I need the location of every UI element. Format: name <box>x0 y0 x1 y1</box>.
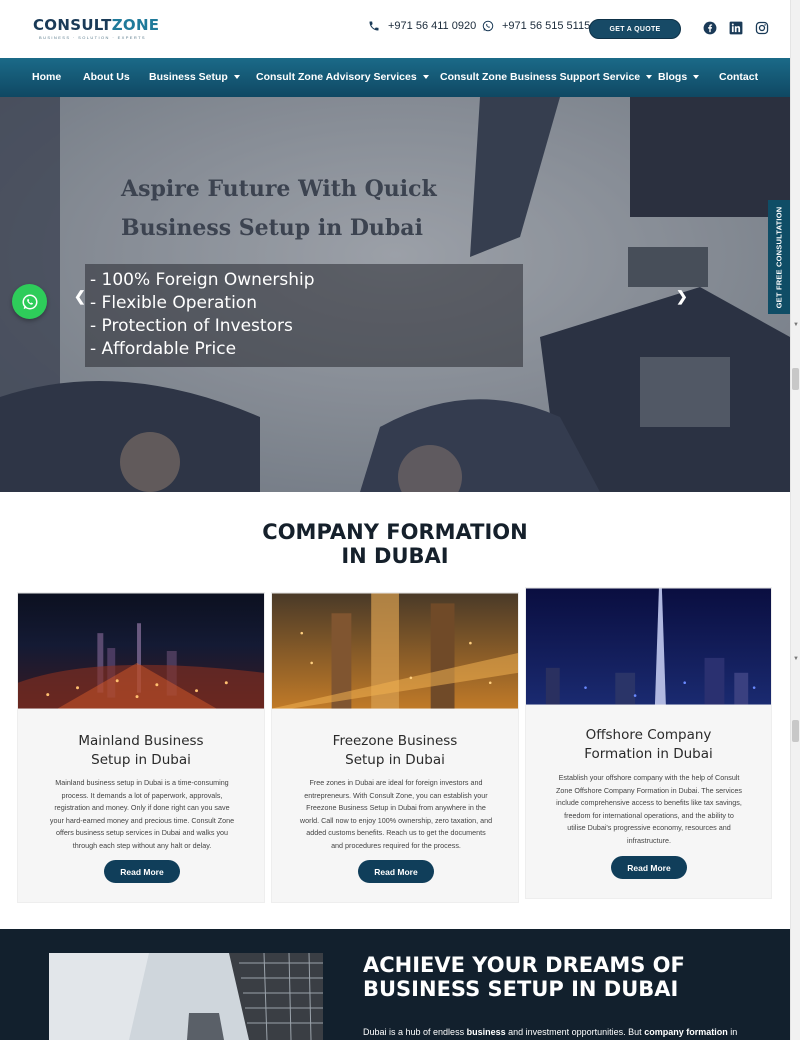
nav-business-support[interactable]: Consult Zone Business Support Service <box>440 71 653 83</box>
nav-business-setup[interactable]: Business Setup <box>149 71 240 83</box>
logo-text: CONSULTZONE <box>33 16 160 34</box>
service-card-offshore: Offshore Company Formation in Dubai Estab… <box>525 587 772 899</box>
main-nav: Home About Us Business Setup Consult Zon… <box>0 58 790 97</box>
linkedin-icon[interactable] <box>729 21 743 35</box>
phone-link-1[interactable]: +971 56 411 0920 <box>368 20 476 32</box>
phone-number-1: +971 56 411 0920 <box>388 20 477 32</box>
hero-bullet: - 100% Foreign Ownership <box>90 270 315 290</box>
whatsapp-link[interactable]: +971 56 515 5115 <box>482 20 590 32</box>
scroll-thumb[interactable] <box>792 368 799 390</box>
scroll-arrow-icon[interactable]: ▼ <box>793 656 799 662</box>
scroll-arrow-icon[interactable]: ▼ <box>793 322 799 328</box>
logo-tagline: BUSINESS · SOLUTION · EXPERTS <box>39 35 146 40</box>
section-title-company-formation: COMPANY FORMATION IN DUBAI <box>262 520 528 568</box>
logo[interactable]: CONSULTZONE BUSINESS · SOLUTION · EXPERT… <box>33 16 159 40</box>
chevron-down-icon <box>233 75 240 79</box>
hero-bullet: - Protection of Investors <box>90 316 293 336</box>
card-image-freezone <box>272 593 518 709</box>
slider-prev-icon[interactable]: ❮ <box>74 288 86 305</box>
card-description: Establish your offshore company with the… <box>556 773 742 845</box>
scrollbar[interactable]: ▼ ▼ <box>790 0 800 1040</box>
card-description: Free zones in Dubai are ideal for foreig… <box>299 778 493 850</box>
page: CONSULTZONE BUSINESS · SOLUTION · EXPERT… <box>0 0 800 1040</box>
card-image-offshore <box>526 588 771 705</box>
whatsapp-small-icon <box>482 20 494 32</box>
phone-icon <box>369 21 379 31</box>
chevron-down-icon <box>693 75 700 79</box>
nav-blogs[interactable]: Blogs <box>658 71 700 83</box>
phone-number-2: +971 56 515 5115 <box>502 20 591 32</box>
hero-title: Aspire Future With Quick Business Setup … <box>121 176 437 241</box>
dreams-paragraph: Dubai is a hub of endless business and i… <box>363 1027 738 1037</box>
card-title: Mainland Business Setup in Dubai <box>78 733 204 768</box>
service-card-freezone: Freezone Business Setup in Dubai Free zon… <box>271 592 519 903</box>
skyscraper-image <box>49 953 323 1040</box>
nav-home[interactable]: Home <box>32 71 61 83</box>
whatsapp-icon <box>22 294 37 309</box>
chevron-down-icon <box>422 75 429 79</box>
top-header: CONSULTZONE BUSINESS · SOLUTION · EXPERT… <box>0 0 790 58</box>
hero-bullet: - Flexible Operation <box>90 293 257 313</box>
nav-contact[interactable]: Contact <box>719 71 758 83</box>
nav-advisory-services[interactable]: Consult Zone Advisory Services <box>256 71 429 83</box>
chevron-down-icon <box>646 75 653 79</box>
dreams-title: ACHIEVE YOUR DREAMS OF BUSINESS SETUP IN… <box>363 953 685 1001</box>
card-title: Offshore Company Formation in Dubai <box>584 727 713 762</box>
nav-about-us[interactable]: About Us <box>83 71 130 83</box>
slider-next-icon[interactable]: ❯ <box>676 288 688 305</box>
instagram-icon[interactable] <box>755 21 769 35</box>
service-card-mainland: Mainland Business Setup in Dubai Mainland… <box>17 592 265 903</box>
facebook-icon[interactable] <box>703 21 717 35</box>
whatsapp-float-button[interactable] <box>12 284 47 319</box>
hero-bullet: - Affordable Price <box>90 339 237 359</box>
card-description: Mainland business setup in Dubai is a ti… <box>49 778 235 850</box>
scroll-thumb[interactable] <box>792 720 799 742</box>
read-more-button[interactable]: Read More <box>358 860 434 883</box>
get-a-quote-button[interactable]: GET A QUOTE <box>589 19 681 39</box>
card-title: Freezone Business Setup in Dubai <box>332 733 458 768</box>
free-consultation-tab[interactable]: GET FREE CONSULTATION <box>768 200 790 314</box>
card-image-mainland <box>18 593 264 709</box>
read-more-button[interactable]: Read More <box>611 856 687 879</box>
read-more-button[interactable]: Read More <box>104 860 180 883</box>
